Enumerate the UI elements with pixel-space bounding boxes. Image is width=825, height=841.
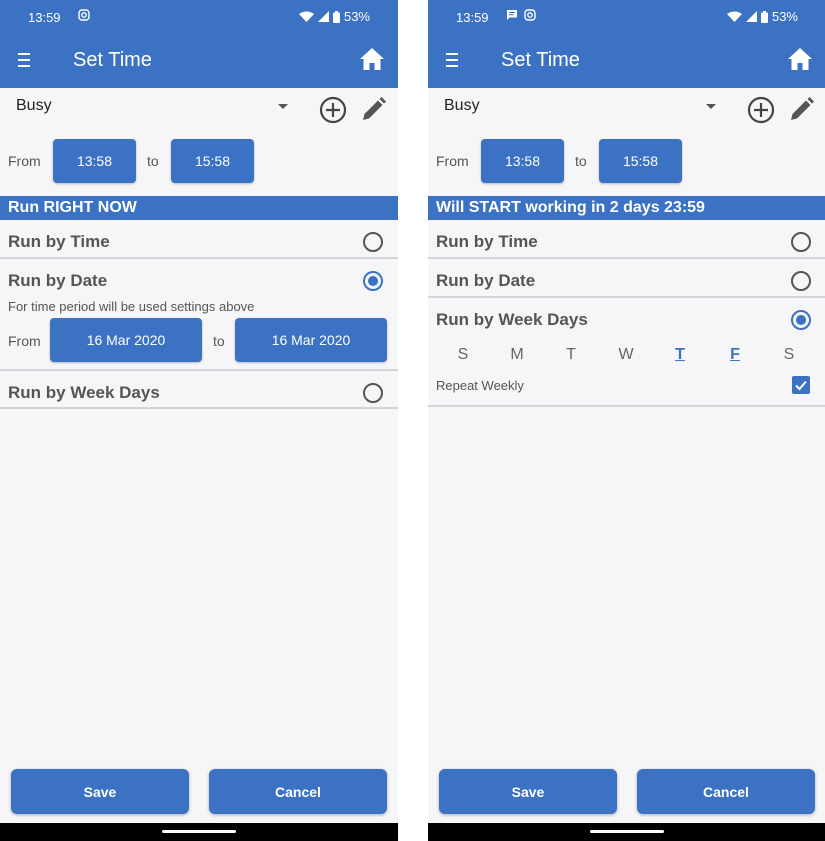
chevron-down-icon (706, 104, 716, 109)
radio-run-by-week-days[interactable] (791, 310, 811, 330)
option-run-by-date[interactable]: Run by Date (428, 261, 825, 300)
add-circle-icon[interactable] (319, 96, 347, 124)
radio-run-by-date[interactable] (791, 271, 811, 291)
date-hint: For time period will be used settings ab… (8, 299, 255, 314)
weekday-tuesday[interactable]: T (561, 346, 581, 364)
divider (0, 257, 398, 259)
system-nav-bar (0, 823, 398, 841)
home-icon[interactable] (359, 46, 385, 72)
page-title: Set Time (73, 49, 152, 71)
weekday-monday[interactable]: M (507, 346, 527, 364)
phone-screen-left: 13:59 53% Set Time Busy From 13:58 to 15… (0, 0, 398, 841)
status-banner: Run RIGHT NOW (0, 196, 398, 220)
wifi-icon (298, 11, 314, 22)
divider (0, 407, 398, 409)
option-label: Run by Date (8, 271, 108, 290)
phone-screen-right: 13:59 53% Set Time Busy From 13:58 to 15… (428, 0, 825, 841)
divider (428, 257, 825, 259)
chevron-down-icon (278, 104, 288, 109)
date-from-button[interactable]: 16 Mar 2020 (50, 318, 202, 362)
option-run-by-date[interactable]: Run by Date (0, 261, 398, 300)
option-run-by-time[interactable]: Run by Time (0, 222, 398, 261)
page-title: Set Time (501, 49, 580, 71)
menu-icon[interactable] (18, 53, 30, 67)
system-nav-bar (428, 823, 825, 841)
profile-dropdown[interactable]: Busy (16, 97, 296, 123)
to-label: to (575, 153, 587, 169)
profile-value: Busy (444, 97, 480, 114)
repeat-weekly-label: Repeat Weekly (436, 378, 524, 393)
divider (428, 405, 825, 407)
signal-icon (317, 11, 329, 22)
battery-icon (332, 10, 340, 23)
radio-run-by-week-days[interactable] (363, 383, 383, 403)
weekday-friday[interactable]: F (725, 346, 745, 364)
divider (0, 369, 398, 371)
date-to-label: to (213, 333, 225, 349)
check-icon (795, 380, 807, 391)
radio-run-by-date[interactable] (363, 271, 383, 291)
to-label: to (147, 153, 159, 169)
weekday-saturday[interactable]: S (779, 346, 799, 364)
app-bar: 13:59 53% Set Time (428, 0, 825, 88)
weekday-sunday[interactable]: S (453, 346, 473, 364)
cancel-button[interactable]: Cancel (209, 769, 387, 814)
radio-run-by-time[interactable] (363, 232, 383, 252)
from-label: From (8, 153, 41, 169)
profile-value: Busy (16, 97, 52, 114)
from-label: From (436, 153, 469, 169)
battery-percent: 53% (771, 9, 798, 24)
option-label: Run by Date (436, 271, 536, 290)
instagram-icon (524, 9, 536, 21)
time-to-button[interactable]: 15:58 (599, 139, 682, 183)
battery-icon (760, 10, 768, 23)
add-circle-icon[interactable] (747, 96, 775, 124)
weekday-thursday[interactable]: T (670, 346, 690, 364)
option-label: Run by Time (8, 232, 110, 251)
option-run-by-time[interactable]: Run by Time (428, 222, 825, 261)
radio-run-by-time[interactable] (791, 232, 811, 252)
wifi-icon (726, 11, 742, 22)
option-label: Run by Week Days (436, 310, 588, 329)
option-label: Run by Time (436, 232, 538, 251)
save-button[interactable]: Save (439, 769, 617, 814)
status-time: 13:59 (28, 10, 61, 25)
nav-handle[interactable] (162, 830, 236, 833)
cancel-button[interactable]: Cancel (637, 769, 815, 814)
option-label: Run by Week Days (8, 383, 160, 402)
message-icon (507, 10, 517, 20)
status-bar: 13:59 53% (428, 0, 825, 34)
date-to-button[interactable]: 16 Mar 2020 (235, 318, 387, 362)
status-bar: 13:59 53% (0, 0, 398, 34)
status-time: 13:59 (456, 10, 489, 25)
app-bar: 13:59 53% Set Time (0, 0, 398, 88)
weekday-wednesday[interactable]: W (616, 346, 636, 364)
profile-dropdown[interactable]: Busy (444, 97, 724, 123)
repeat-weekly-checkbox[interactable] (792, 376, 810, 394)
home-icon[interactable] (787, 46, 813, 72)
signal-icon (745, 11, 757, 22)
status-banner: Will START working in 2 days 23:59 (428, 196, 825, 220)
time-from-button[interactable]: 13:58 (481, 139, 564, 183)
pencil-icon[interactable] (359, 96, 387, 124)
date-from-label: From (8, 333, 41, 349)
save-button[interactable]: Save (11, 769, 189, 814)
time-from-button[interactable]: 13:58 (53, 139, 136, 183)
time-to-button[interactable]: 15:58 (171, 139, 254, 183)
battery-percent: 53% (343, 9, 370, 24)
menu-icon[interactable] (446, 53, 458, 67)
pencil-icon[interactable] (787, 96, 815, 124)
nav-handle[interactable] (590, 830, 664, 833)
option-run-by-week-days[interactable]: Run by Week Days (428, 300, 825, 339)
instagram-icon (78, 9, 90, 21)
divider (428, 296, 825, 298)
